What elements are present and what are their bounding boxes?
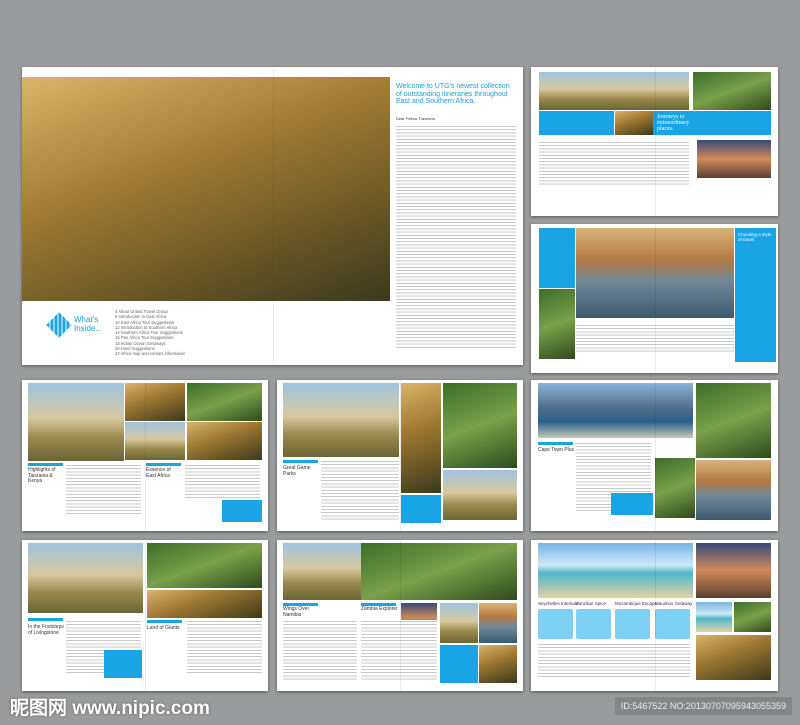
title-bar — [147, 620, 182, 623]
canoe-photo — [479, 603, 517, 643]
lioness-water-photo — [696, 460, 771, 520]
brochure-spread-indian-ocean: Seychelles Interlude Zanzibar Spice Moza… — [531, 540, 778, 691]
title-bar — [283, 460, 318, 463]
body-text — [321, 460, 399, 520]
intro-heading: Welcome to UTG's newest collection of ou… — [396, 83, 510, 106]
getaway-box — [655, 609, 690, 639]
cape-town-photo — [538, 383, 693, 438]
getaway-title: Zanzibar Spice — [576, 601, 607, 606]
brochure-spread-livingstone: In the Footsteps of Livingstone Land of … — [22, 540, 268, 691]
travel-style-panel: Choosing a style of travel — [735, 228, 776, 362]
tour-title: Zambia Explorer — [361, 606, 398, 612]
lion-cub-photo — [615, 111, 653, 135]
body-text — [539, 141, 689, 186]
intro-body-text — [396, 125, 516, 350]
campfire-photo — [539, 289, 575, 359]
waterfall-photo — [696, 383, 771, 458]
body-text — [283, 620, 357, 680]
cheetah-photo — [22, 77, 390, 301]
zebra-grazing-photo — [440, 603, 478, 643]
hotel-room-photo — [696, 635, 771, 680]
giraffe-closeup-photo — [655, 458, 695, 518]
body-text — [538, 643, 690, 678]
contents-item[interactable]: 22 Africa map and contact information — [115, 351, 185, 356]
getaway-box — [538, 609, 573, 639]
brochure-spread-namibia-zambia: Wings Over Namibia Zambia Explorer — [277, 540, 523, 691]
tour-title: Cape Town Plus — [538, 447, 575, 453]
tour-title: In the Footsteps of Livingstone — [28, 624, 64, 636]
safari-lodge-photo — [693, 72, 771, 110]
river-photo — [125, 422, 185, 460]
baobab-photo — [479, 645, 517, 683]
pool-villa-photo — [696, 602, 732, 632]
safari-vehicle-photo — [443, 383, 517, 468]
body-text — [185, 464, 260, 499]
tour-title: Land of Giants — [147, 625, 180, 631]
tour-title: Highlights of Tanzania & Kenya — [28, 467, 56, 484]
palm-resort-photo — [734, 602, 771, 632]
brochure-spread-intro: Welcome to UTG's newest collection of ou… — [22, 67, 523, 365]
getaway-title: Seychelles Interlude — [538, 601, 579, 606]
quote-box — [401, 495, 441, 523]
quote-box — [611, 493, 653, 515]
whats-inside-title: What's Inside... — [74, 315, 103, 333]
getaway-box — [615, 609, 650, 639]
journeys-box: Journeys to extraordinary places. — [653, 111, 771, 135]
contents-list: 4 About United Travel Group 5 Introducti… — [115, 309, 185, 357]
body-text — [576, 324, 734, 354]
travel-style-heading: Choosing a style of travel — [738, 232, 772, 242]
plains-photo — [147, 590, 262, 618]
palm-sunset-photo — [696, 543, 771, 598]
brochure-spread-journeys: Journeys to extraordinary places. — [531, 67, 778, 216]
zebra-giraffe-photo — [361, 543, 517, 600]
body-text — [66, 464, 141, 514]
quote-box — [222, 500, 262, 522]
getaway-title: Mozambique Escape — [615, 601, 658, 606]
quote-box — [104, 650, 142, 678]
brochure-spread-travel-style: Choosing a style of travel — [531, 224, 778, 373]
left-info-panel — [539, 228, 575, 288]
title-bar — [28, 463, 63, 466]
title-bar — [538, 442, 573, 445]
beach-boats-photo — [538, 543, 693, 598]
salutation: Dear Fellow Travelers — [396, 116, 435, 121]
giraffe-photo — [28, 383, 124, 461]
landrover-photo — [443, 470, 517, 520]
brochure-spread-cape-town: Cape Town Plus — [531, 380, 778, 531]
brochure-spread-tanzania-kenya: Highlights of Tanzania & Kenya Essence o… — [22, 380, 268, 531]
elephant-herd-photo — [283, 543, 361, 600]
hippo-photo — [401, 383, 441, 493]
leopard-photo — [187, 422, 262, 460]
zebra-photo — [539, 72, 689, 110]
whats-inside-icon — [46, 312, 72, 338]
tour-title: Wings Over Namibia — [283, 606, 310, 618]
body-text — [187, 620, 262, 675]
getaway-title: Mauritius Getaway — [655, 601, 693, 606]
elephant-waterhole-photo — [576, 228, 734, 318]
boat-photo — [147, 543, 262, 588]
info-box — [539, 111, 614, 135]
sunset-walk-photo — [697, 140, 771, 178]
watermark-site: 昵图网 www.nipic.com — [10, 698, 210, 719]
quote-box — [440, 645, 478, 683]
title-bar — [28, 618, 63, 621]
tour-title: Great Game Parks — [283, 465, 311, 477]
elephant-photo — [28, 543, 143, 613]
body-text — [361, 620, 437, 680]
tour-title: Essence of East Africa — [146, 467, 171, 479]
lion-photo — [187, 383, 262, 421]
journeys-heading: Journeys to extraordinary places. — [657, 114, 690, 132]
brochure-spread-game-parks: Great Game Parks — [277, 380, 523, 531]
getaway-box — [576, 609, 611, 639]
cheetah-mound-photo — [283, 383, 399, 457]
watermark-id: ID:5467522 NO:20130707095943055359 — [614, 697, 792, 715]
wildebeest-photo — [125, 383, 185, 421]
title-bar — [146, 463, 181, 466]
